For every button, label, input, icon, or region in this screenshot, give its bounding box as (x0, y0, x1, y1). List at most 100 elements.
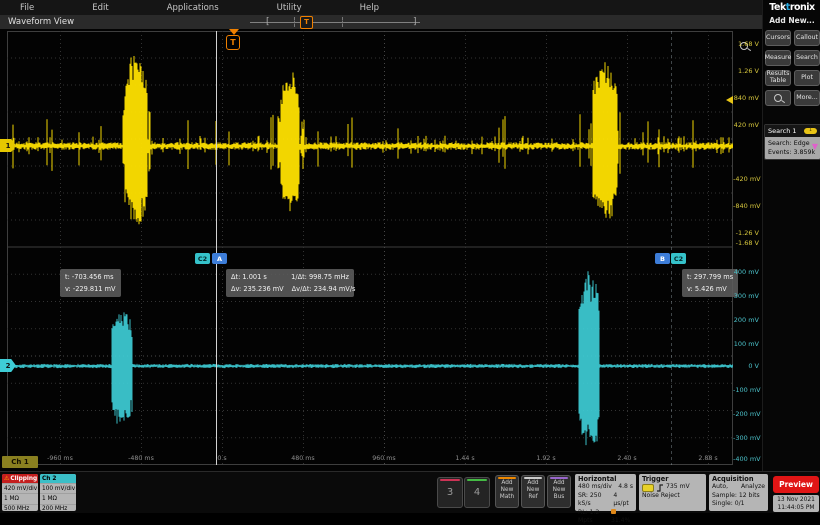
ch2-badge-row: 100 mV/div (40, 483, 76, 493)
ch1-axis-label: Ch 1 (2, 456, 38, 468)
zoom-overview-button[interactable] (765, 90, 791, 106)
more--button[interactable]: More... (794, 90, 820, 106)
search-count-pill: 1 (804, 128, 817, 134)
date-text: 13 Nov 2021 (773, 496, 819, 504)
ch1-scale-label: -840 mV (733, 202, 759, 210)
ch1-scale-label: 1.68 V (733, 40, 759, 48)
ch1-scale-label: 840 mV (733, 94, 759, 102)
sidebar-button-grid: CursorsCalloutMeasureSearchResults Table… (765, 30, 820, 106)
search-panel-title: Search 1 (768, 127, 797, 135)
cursors-button[interactable]: Cursors (765, 30, 791, 46)
cursor-a-badge[interactable]: A (212, 253, 227, 264)
acquisition-panel[interactable]: Acquisition Auto,Analyze Sample: 12 bits… (709, 474, 768, 511)
cursor-dv-dt: Δv/Δt: 234.94 mV/s (292, 283, 356, 295)
acq-analyze: Analyze (741, 483, 765, 491)
right-sidebar: Tektronix Add New... CursorsCalloutMeasu… (762, 0, 820, 471)
horizontal-window: 4.8 s (618, 483, 633, 491)
menu-edit[interactable]: Edit (92, 3, 108, 13)
time-tick-label: -480 ms (128, 455, 154, 462)
acquisition-title: Acquisition (712, 475, 765, 483)
channel-color-stripe (467, 479, 487, 481)
acq-single: Single: 0/1 (712, 500, 765, 508)
menu-file[interactable]: File (20, 3, 34, 13)
add-new-math-button[interactable]: AddNewMath (495, 475, 519, 508)
measure-button[interactable]: Measure (765, 50, 791, 66)
search-events-text: Events: 3.859k (768, 148, 817, 157)
plot-button[interactable]: Plot (794, 70, 820, 86)
search-panel-body[interactable]: Search: Edge Events: 3.859k ▼ (765, 137, 820, 159)
record-length: RL: 1.2 Mpts (578, 509, 611, 525)
tab-bar: Waveform View [ ] T (0, 15, 762, 30)
cursor-inv-delta-t: 1/Δt: 998.75 mHz (291, 271, 349, 283)
horizontal-title: Horizontal (578, 475, 633, 483)
zoom-bracket-right[interactable]: ] (413, 16, 417, 28)
time-tick-label: 0 s (217, 455, 226, 462)
search-panel-header[interactable]: Search 1 1 (765, 125, 820, 137)
ch2-badge-row: 200 MHz (40, 504, 76, 511)
ch2-badge-row: 1 MΩ (40, 493, 76, 503)
callout-button[interactable]: Callout (794, 30, 820, 46)
menu-utility[interactable]: Utility (277, 3, 302, 13)
cursor-delta-t: Δt: 1.001 s (231, 271, 267, 283)
channel-4-button[interactable]: 4 (464, 477, 490, 508)
time-tick-label: 2.40 s (617, 455, 636, 462)
ch2-badge[interactable]: Ch 2 100 mV/div1 MΩ200 MHz (40, 474, 76, 511)
add-new-ref-button[interactable]: AddNewRef (521, 475, 545, 508)
add-color-stripe (550, 477, 568, 479)
buffer-icon (611, 509, 616, 514)
add-color-stripe (524, 477, 542, 479)
cursor-delta-readout: Δt: 1.001 s 1/Δt: 998.75 mHz Δv: 235.236… (226, 269, 354, 297)
cursor-a-volt: v: -229.811 mV (65, 283, 116, 295)
trigger-position-minimap-icon[interactable]: T (300, 16, 313, 29)
time-tick-label: -960 ms (47, 455, 73, 462)
add-new-bus-button[interactable]: AddNewBus (547, 475, 571, 508)
ch1-badge-row: 500 MHz (2, 504, 38, 511)
search-results-panel[interactable]: Search 1 1 Search: Edge Events: 3.859k ▼ (764, 124, 820, 160)
timeline-dash (294, 17, 295, 27)
ch2-scale-label: 200 mV (733, 316, 759, 324)
trigger-position-badge[interactable]: T (226, 35, 240, 50)
cursor-b-time: t: 297.799 ms (687, 271, 733, 283)
ch2-badge-rows: 100 mV/div1 MΩ200 MHz (40, 483, 76, 511)
ch1-badge-row: 420 mV/div (2, 483, 38, 493)
horizontal-panel[interactable]: Horizontal 480 ms/div 4.8 s SR: 250 kS/s4… (575, 474, 636, 511)
sample-rate: SR: 250 kS/s (578, 492, 613, 509)
timeline-minimap[interactable]: [ ] T (250, 15, 420, 29)
horizontal-scale: 480 ms/div (578, 483, 612, 491)
magnifier-icon (774, 94, 782, 102)
cursor-b-source-badge[interactable]: C2 (671, 253, 686, 264)
search-type-text: Search: Edge (768, 139, 817, 148)
ch2-scale-label: -100 mV (733, 386, 759, 394)
timeline-dash (342, 17, 343, 27)
preview-button[interactable]: Preview (773, 476, 819, 493)
cursor-a-source-badge[interactable]: C2 (195, 253, 210, 264)
channel-color-stripe (440, 479, 460, 481)
channel-3-button[interactable]: 3 (437, 477, 463, 508)
ch2-scale-label: 100 mV (733, 340, 759, 348)
search-button[interactable]: Search (794, 50, 820, 66)
time-tick-label: 1.44 s (455, 455, 474, 462)
ch1-badge[interactable]: ⚠ Clipping 420 mV/div1 MΩ500 MHz (2, 474, 38, 511)
datetime-display[interactable]: 13 Nov 2021 11:44:05 PM (773, 495, 819, 512)
trigger-mode: Noise Reject (642, 492, 703, 500)
time-text: 11:44:05 PM (773, 504, 819, 512)
menu-help[interactable]: Help (360, 3, 379, 13)
waveform-plot[interactable] (7, 31, 733, 465)
results-table-button[interactable]: Results Table (765, 70, 791, 86)
trigger-panel[interactable]: Trigger 735 mV Noise Reject (639, 474, 706, 511)
cursor-a-time: t: -703.456 ms (65, 271, 116, 283)
cursor-b-badge[interactable]: B (655, 253, 670, 264)
trigger-level-arrow-icon[interactable] (726, 96, 733, 104)
ch1-scale-label: -1.68 V (733, 239, 759, 247)
waveform-view: T 1 2 C2 A B C2 t: -703.456 ms v: -229.8… (0, 29, 762, 471)
sample-interval: 4 µs/pt (613, 492, 633, 509)
search-expander-icon[interactable]: ▼ (812, 142, 818, 151)
ch2-scale-label: 300 mV (733, 292, 759, 300)
add-color-stripe (498, 477, 516, 479)
tab-waveform-view[interactable]: Waveform View (8, 17, 74, 27)
zoom-bracket-left[interactable]: [ (266, 16, 270, 28)
add-new-heading: Add New... (763, 16, 820, 25)
ch1-badge-row: 1 MΩ (2, 493, 38, 503)
time-tick-label: 480 ms (291, 455, 314, 462)
menu-applications[interactable]: Applications (167, 3, 219, 13)
